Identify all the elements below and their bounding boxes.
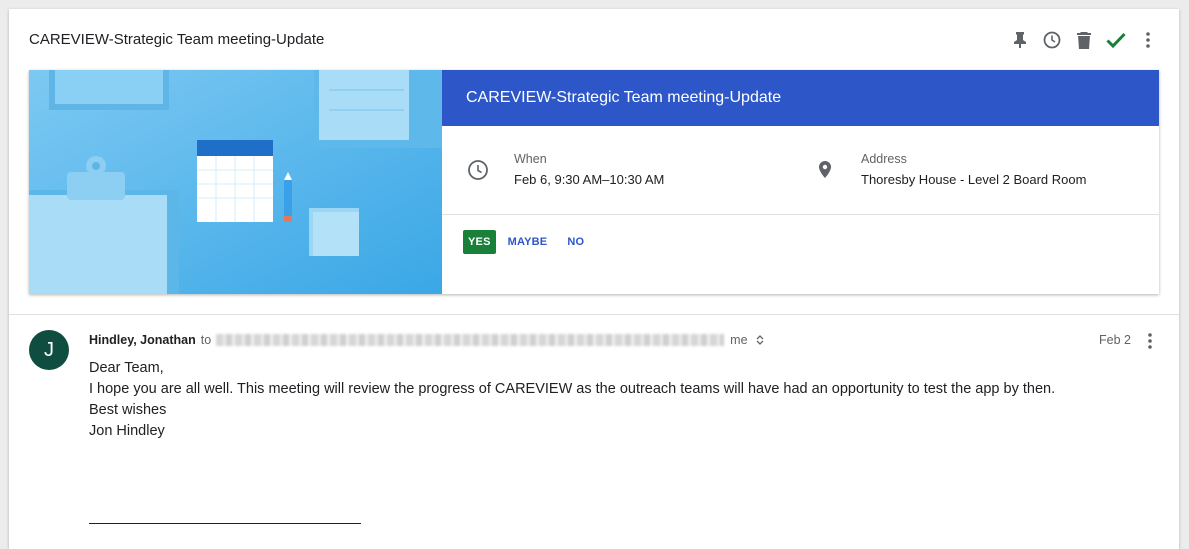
header-actions bbox=[1009, 29, 1159, 51]
location-pin-icon bbox=[813, 158, 837, 182]
body-line: I hope you are all well. This meeting wi… bbox=[89, 381, 1056, 397]
event-banner-illustration bbox=[29, 70, 442, 294]
rsvp-no-button[interactable]: NO bbox=[559, 230, 592, 254]
event-title: CAREVIEW-Strategic Team meeting-Update bbox=[442, 70, 1159, 126]
rsvp-yes-button[interactable]: YES bbox=[463, 230, 496, 254]
message-body: Dear Team, I hope you are all well. This… bbox=[89, 358, 1089, 442]
more-icon[interactable] bbox=[1139, 330, 1161, 352]
body-line: Jon Hindley bbox=[89, 423, 165, 439]
pin-icon[interactable] bbox=[1009, 29, 1031, 51]
address-value[interactable]: Thoresby House - Level 2 Board Room bbox=[861, 172, 1086, 187]
to-label: to bbox=[200, 333, 212, 347]
event-details-panel: CAREVIEW-Strategic Team meeting-Update W… bbox=[442, 70, 1159, 294]
more-icon[interactable] bbox=[1137, 29, 1159, 51]
event-divider bbox=[442, 214, 1159, 215]
delete-icon[interactable] bbox=[1073, 29, 1095, 51]
rsvp-maybe-button[interactable]: MAYBE bbox=[500, 230, 556, 254]
when-label: When bbox=[514, 152, 547, 166]
snooze-icon[interactable] bbox=[1041, 29, 1063, 51]
sender-name[interactable]: Hindley, Jonathan bbox=[89, 333, 196, 347]
message-separator bbox=[9, 314, 1179, 315]
email-subject: CAREVIEW-Strategic Team meeting-Update bbox=[29, 31, 325, 48]
body-line: Best wishes bbox=[89, 402, 167, 418]
email-header: CAREVIEW-Strategic Team meeting-Update bbox=[9, 9, 1179, 69]
avatar[interactable]: J bbox=[29, 330, 69, 370]
calendar-event-card: CAREVIEW-Strategic Team meeting-Update W… bbox=[29, 70, 1159, 294]
message-header: Hindley, Jonathan to me bbox=[89, 333, 764, 347]
body-line: Dear Team, bbox=[89, 360, 164, 376]
clock-icon bbox=[466, 158, 490, 182]
me-label: me bbox=[730, 333, 748, 347]
when-value: Feb 6, 9:30 AM–10:30 AM bbox=[514, 172, 665, 187]
show-details-icon[interactable] bbox=[756, 335, 764, 345]
email-card: CAREVIEW-Strategic Team meeting-Update C… bbox=[9, 9, 1179, 549]
address-label: Address bbox=[861, 152, 907, 166]
check-icon[interactable] bbox=[1105, 29, 1127, 51]
message-date: Feb 2 bbox=[1099, 333, 1131, 347]
redacted-recipients bbox=[216, 334, 725, 346]
signature-rule bbox=[89, 523, 361, 524]
rsvp-buttons: YES MAYBE NO bbox=[463, 230, 596, 254]
